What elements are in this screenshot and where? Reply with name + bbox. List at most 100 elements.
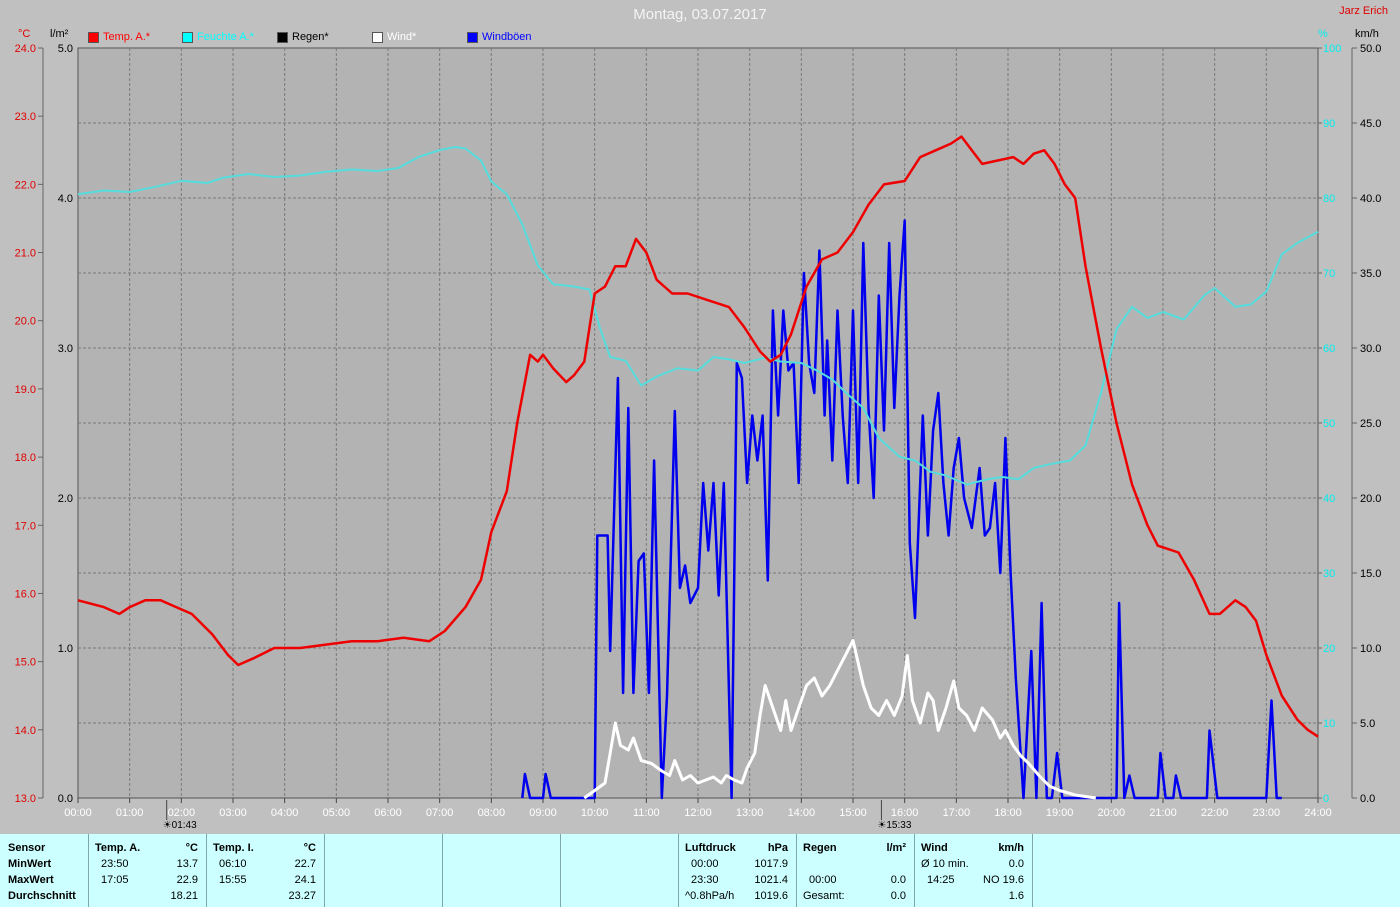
wind-tick-label: 50.0 <box>1360 43 1381 55</box>
humidity-tick-label: 30 <box>1323 568 1335 580</box>
stats-temp-i-col: Temp. I. °C 06:10 22.7 15:55 24.1 23.27 <box>206 834 324 907</box>
stats-pressure-col: Luftdruck hPa 00:00 1017.9 23:30 1021.4 … <box>678 834 796 907</box>
legend-label: Wind* <box>387 31 417 43</box>
temp-tick-label: 16.0 <box>15 588 36 600</box>
stats-wind-header: Wind <box>921 842 948 854</box>
stats-time: 00:00 <box>691 858 719 870</box>
stats-value: 0.0 <box>890 890 906 902</box>
humidity-tick-label: 50 <box>1323 418 1335 430</box>
wind-tick-label: 30.0 <box>1360 343 1381 355</box>
stats-time: 15:55 <box>219 874 247 886</box>
stats-rain-col: Regen l/m² 00:00 0.0 Gesamt: 0.0 <box>796 834 914 907</box>
stats-temp-a-col: Temp. A. °C 23:50 13.7 17:05 22.9 18.21 <box>88 834 206 907</box>
legend-label: Windböen <box>482 31 532 43</box>
rain-unit-label: l/m² <box>50 28 69 40</box>
wind-tick-label: 10.0 <box>1360 643 1381 655</box>
legend-swatch <box>88 31 99 43</box>
x-tick-label: 22:00 <box>1201 807 1229 819</box>
x-tick-label: 18:00 <box>994 807 1022 819</box>
stats-value: 13.7 <box>176 858 198 870</box>
temp-tick-label: 15.0 <box>15 657 36 669</box>
x-tick-label: 11:00 <box>633 807 660 819</box>
stats-value: NO 19.6 <box>983 874 1024 886</box>
stats-wind-unit: km/h <box>998 842 1024 854</box>
legend-swatch <box>182 31 193 43</box>
stats-temp-a-header: Temp. A. <box>95 842 141 854</box>
stats-row-label: MaxWert <box>8 874 54 886</box>
x-tick-label: 01:00 <box>116 807 144 819</box>
stats-sensor-header: Sensor <box>8 842 46 854</box>
sunrise-label: ☀01:43 <box>163 820 197 831</box>
stats-sensor-col: Sensor MinWert MaxWert Durchschnitt <box>0 834 88 907</box>
stats-temp-i-header: Temp. I. <box>213 842 254 854</box>
legend-swatch <box>372 31 383 43</box>
wind-tick-label: 0.0 <box>1360 793 1375 805</box>
x-tick-label: 04:00 <box>271 807 299 819</box>
stats-value: 0.0 <box>1008 858 1024 870</box>
x-tick-label: 08:00 <box>478 807 506 819</box>
wind-tick-label: 45.0 <box>1360 118 1381 130</box>
x-tick-label: 06:00 <box>374 807 402 819</box>
stats-rain-unit: l/m² <box>886 842 906 854</box>
stats-time: 14:25 <box>927 874 955 886</box>
legend-humidity: Feuchte A.* <box>182 30 254 44</box>
wind-tick-label: 5.0 <box>1360 718 1375 730</box>
author-label: Jarz Erich <box>1339 5 1388 17</box>
legend-rain: Regen* <box>277 30 329 44</box>
stats-value: 24.1 <box>294 874 316 886</box>
x-tick-label: 00:00 <box>64 807 92 819</box>
humidity-tick-label: 70 <box>1323 268 1335 280</box>
temp-tick-label: 21.0 <box>15 248 36 260</box>
stats-time: 17:05 <box>101 874 129 886</box>
stats-value: 1021.4 <box>754 874 788 886</box>
temp-tick-label: 18.0 <box>15 452 36 464</box>
wind-tick-label: 40.0 <box>1360 193 1381 205</box>
wind-tick-label: 25.0 <box>1360 418 1381 430</box>
legend-swatch <box>467 31 478 43</box>
wind-tick-label: 20.0 <box>1360 493 1381 505</box>
x-tick-label: 09:00 <box>529 807 557 819</box>
stats-time: 06:10 <box>219 858 247 870</box>
x-tick-label: 16:00 <box>891 807 919 819</box>
sunset-label: ☀15:33 <box>877 820 911 831</box>
legend-gust: Windböen <box>467 30 532 44</box>
temp-tick-label: 19.0 <box>15 384 36 396</box>
stats-time: Ø 10 min. <box>921 858 969 870</box>
temp-tick-label: 24.0 <box>15 43 36 55</box>
stats-time: 23:30 <box>691 874 719 886</box>
x-tick-label: 21:00 <box>1149 807 1177 819</box>
wind-tick-label: 35.0 <box>1360 268 1381 280</box>
stats-rain-header: Regen <box>803 842 837 854</box>
stats-pressure-header: Luftdruck <box>685 842 736 854</box>
stats-wind-col: Wind km/h Ø 10 min. 0.0 14:25 NO 19.6 1.… <box>914 834 1032 907</box>
x-tick-label: 10:00 <box>581 807 609 819</box>
stats-empty-col <box>442 834 560 907</box>
stats-empty-col <box>324 834 442 907</box>
weather-chart: 00:00 01:00 02:00 03:00 04:00 05:00 06:00 07:00… <box>15 28 1382 831</box>
rain-tick-label: 0.0 <box>58 793 73 805</box>
humidity-tick-label: 90 <box>1323 118 1335 130</box>
stats-value: 1019.6 <box>754 890 788 902</box>
x-tick-label: 05:00 <box>323 807 351 819</box>
x-tick-label: 24:00 <box>1304 807 1332 819</box>
rain-tick-label: 2.0 <box>58 493 73 505</box>
stats-value: 22.9 <box>176 874 198 886</box>
x-tick-label: 02:00 <box>168 807 196 819</box>
humidity-unit-label: % <box>1318 28 1328 40</box>
x-tick-label: 15:00 <box>839 807 867 819</box>
stats-time: 00:00 <box>809 874 837 886</box>
humidity-tick-label: 80 <box>1323 193 1335 205</box>
rain-tick-label: 5.0 <box>58 43 73 55</box>
stats-time: 23:50 <box>101 858 129 870</box>
humidity-tick-label: 40 <box>1323 493 1335 505</box>
temp-tick-label: 20.0 <box>15 316 36 328</box>
stats-empty-col <box>560 834 678 907</box>
stats-value: 22.7 <box>294 858 316 870</box>
stats-row-label: MinWert <box>8 858 52 870</box>
stats-temp-i-unit: °C <box>303 842 316 854</box>
wind-tick-label: 15.0 <box>1360 568 1381 580</box>
humidity-tick-label: 20 <box>1323 643 1335 655</box>
rain-tick-label: 4.0 <box>58 193 73 205</box>
temp-tick-label: 13.0 <box>15 793 36 805</box>
legend-temp: Temp. A.* <box>88 30 150 44</box>
